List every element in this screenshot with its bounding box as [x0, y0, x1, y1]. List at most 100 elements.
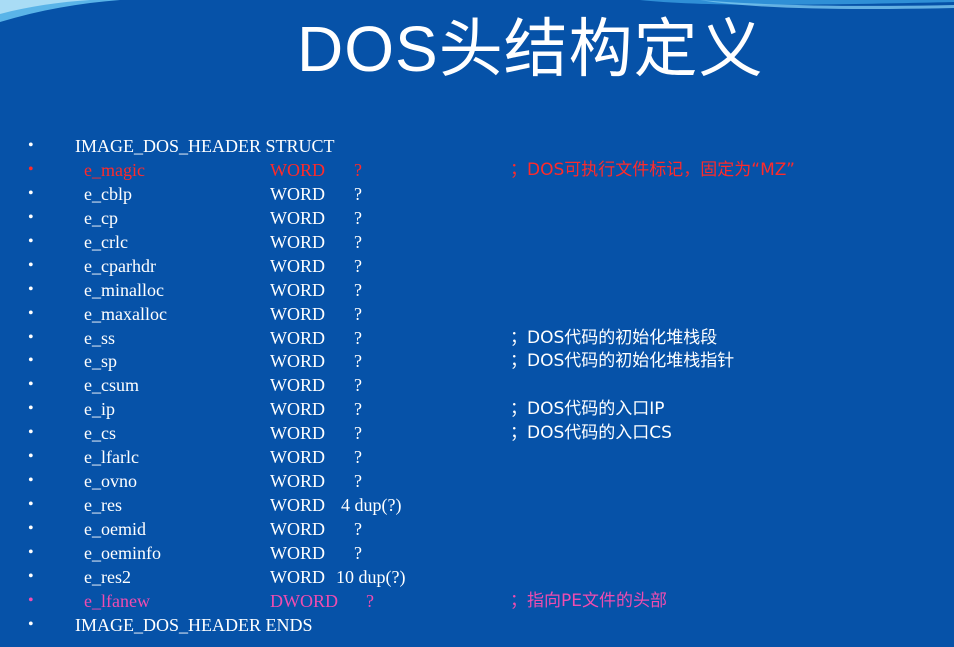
bullet: • [28, 520, 34, 537]
field-type: WORD [270, 255, 325, 276]
field-type: DWORD [270, 590, 338, 611]
struct-open-line: • IMAGE_DOS_HEADER STRUCT [0, 134, 954, 158]
field-value: ? [354, 159, 362, 180]
code-listing: • IMAGE_DOS_HEADER STRUCT • e_magic WORD… [0, 134, 954, 637]
field-name: e_ip [84, 399, 115, 420]
bullet: • [28, 304, 34, 322]
field-value: ? [354, 183, 362, 204]
field-name: e_oemid [84, 519, 146, 539]
field-type: WORD [270, 399, 325, 420]
field-line: • e_res WORD 4 dup(?) [0, 493, 954, 517]
field-name: e_minalloc [84, 279, 164, 300]
field-line: • e_ss WORD ? ；DOS代码的初始化堆栈段 [0, 326, 954, 350]
struct-close-line: • IMAGE_DOS_HEADER ENDS [0, 613, 954, 637]
struct-open: IMAGE_DOS_HEADER STRUCT [75, 136, 335, 156]
bullet: • [28, 160, 34, 178]
field-line: • e_cparhdr WORD ? [0, 254, 954, 278]
field-type: WORD [270, 231, 325, 252]
bullet: • [28, 352, 34, 370]
field-name: e_res2 [84, 566, 131, 587]
bullet: • [28, 496, 34, 514]
field-type: WORD [270, 327, 325, 348]
field-value: ? [354, 519, 362, 539]
field-type: WORD [270, 495, 325, 516]
field-line: • e_oemid WORD ? [0, 517, 954, 541]
field-value: ? [354, 375, 362, 396]
field-name: e_ovno [84, 471, 137, 492]
field-name: e_oeminfo [84, 542, 161, 563]
field-name: e_crlc [84, 231, 128, 252]
field-line: • e_magic WORD ? ；DOS可执行文件标记，固定为“MZ” [0, 158, 954, 182]
field-value: ? [354, 327, 362, 348]
field-value: 10 dup(?) [336, 566, 406, 587]
field-type: WORD [270, 447, 325, 468]
field-name: e_lfanew [84, 590, 150, 611]
field-line: • e_lfanew DWORD ? ；指向PE文件的头部 [0, 589, 954, 613]
bullet: • [28, 567, 34, 585]
bullet: • [28, 376, 34, 394]
field-value: ? [354, 471, 362, 492]
field-comment: ；指向PE文件的头部 [510, 590, 667, 611]
struct-close: IMAGE_DOS_HEADER ENDS [75, 614, 313, 635]
field-line: • e_crlc WORD ? [0, 230, 954, 254]
field-value: ? [354, 351, 362, 372]
field-value: ? [366, 590, 374, 611]
field-type: WORD [270, 566, 325, 587]
field-line: • e_cblp WORD ? [0, 182, 954, 206]
field-value: ? [354, 423, 362, 444]
bullet: • [28, 424, 34, 442]
field-value: ? [354, 279, 362, 300]
bullet: • [28, 615, 34, 633]
bullet: • [28, 328, 34, 346]
bullet: • [28, 472, 34, 490]
field-comment: ；DOS代码的初始化堆栈段 [510, 327, 718, 348]
bullet: • [28, 137, 34, 154]
field-value: 4 dup(?) [341, 495, 402, 516]
field-name: e_lfarlc [84, 447, 139, 468]
field-type: WORD [270, 207, 325, 228]
field-name: e_ss [84, 327, 115, 348]
field-type: WORD [270, 519, 325, 539]
field-name: e_cs [84, 423, 116, 444]
field-line: • e_cp WORD ? [0, 206, 954, 230]
bullet: • [28, 256, 34, 274]
field-line: • e_oeminfo WORD ? [0, 541, 954, 565]
field-type: WORD [270, 303, 325, 324]
field-comment: ；DOS代码的初始化堆栈指针 [510, 351, 735, 372]
bullet: • [28, 208, 34, 226]
field-value: ? [354, 542, 362, 563]
field-name: e_maxalloc [84, 303, 167, 324]
field-name: e_cp [84, 207, 118, 228]
field-line: • e_res2 WORD 10 dup(?) [0, 565, 954, 589]
field-value: ? [354, 303, 362, 324]
bullet: • [28, 400, 34, 418]
field-value: ? [354, 255, 362, 276]
field-line: • e_csum WORD ? [0, 373, 954, 397]
bullet: • [28, 280, 34, 298]
slide-title: DOS头结构定义 [297, 13, 764, 85]
field-comment: ；DOS代码的入口CS [510, 423, 672, 444]
field-name: e_res [84, 495, 122, 516]
field-line: • e_sp WORD ? ；DOS代码的初始化堆栈指针 [0, 349, 954, 373]
field-type: WORD [270, 471, 325, 492]
bullet: • [28, 543, 34, 561]
field-line: • e_minalloc WORD ? [0, 278, 954, 302]
field-value: ? [354, 447, 362, 468]
field-name: e_cblp [84, 183, 132, 204]
field-value: ? [354, 207, 362, 228]
field-value: ? [354, 399, 362, 420]
field-line: • e_lfarlc WORD ? [0, 445, 954, 469]
field-type: WORD [270, 183, 325, 204]
bullet: • [28, 232, 34, 250]
field-comment: ；DOS代码的入口IP [510, 399, 665, 420]
bullet: • [28, 591, 34, 609]
field-name: e_magic [84, 159, 145, 180]
field-type: WORD [270, 351, 325, 372]
field-type: WORD [270, 159, 325, 180]
field-line: • e_ovno WORD ? [0, 469, 954, 493]
field-line: • e_ip WORD ? ；DOS代码的入口IP [0, 397, 954, 421]
field-value: ? [354, 231, 362, 252]
field-type: WORD [270, 279, 325, 300]
field-name: e_cparhdr [84, 255, 156, 276]
field-line: • e_cs WORD ? ；DOS代码的入口CS [0, 421, 954, 445]
